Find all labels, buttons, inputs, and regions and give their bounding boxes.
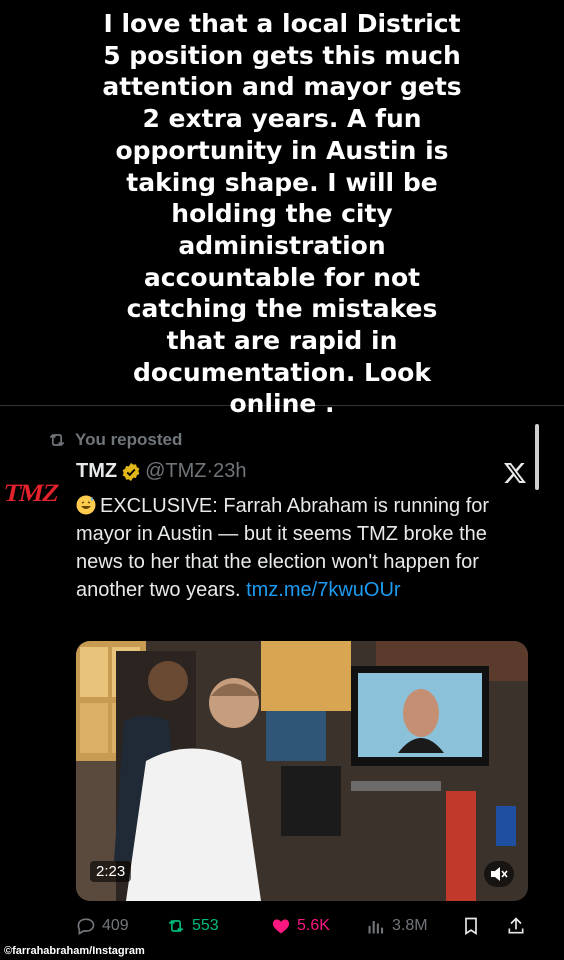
story-caption-text: I love that a local District 5 position …: [102, 9, 462, 419]
repost-indicator: You reposted: [47, 430, 182, 450]
video-player[interactable]: 2:23: [76, 641, 528, 901]
reply-count: 409: [102, 917, 129, 934]
scrollbar[interactable]: [535, 424, 539, 490]
repost-icon: [49, 433, 65, 447]
retweet-icon: [168, 919, 184, 933]
reply-icon: [77, 918, 95, 935]
mute-icon: [491, 867, 508, 881]
reply-button[interactable]: 409: [76, 912, 129, 940]
tweet-text: EXCLUSIVE: Farrah Abraham is running for…: [76, 492, 536, 604]
retweet-count: 553: [192, 917, 219, 934]
author-name[interactable]: TMZ: [76, 460, 117, 483]
bookmark-button[interactable]: [461, 912, 481, 940]
tweet-link[interactable]: tmz.me/7kwuOUr: [246, 579, 400, 601]
post-time[interactable]: 23h: [213, 460, 246, 483]
like-button[interactable]: 5.6K: [271, 912, 330, 940]
x-logo-icon: [504, 463, 526, 483]
sweat-smile-emoji-icon: [76, 495, 96, 515]
share-icon: [508, 917, 524, 934]
video-duration: 2:23: [90, 861, 132, 882]
views-icon: [368, 921, 384, 934]
video-frame: [76, 641, 528, 901]
meta-separator: ·: [206, 460, 214, 482]
views-button[interactable]: 3.8M: [366, 912, 428, 940]
avatar[interactable]: TMZ: [1, 480, 67, 508]
share-button[interactable]: [506, 912, 526, 940]
repost-label: You reposted: [75, 430, 183, 449]
author-handle[interactable]: @TMZ: [145, 460, 206, 483]
bookmark-icon: [465, 917, 477, 936]
view-count: 3.8M: [392, 917, 428, 934]
photo-credit: ©farrahabraham/Instagram: [4, 945, 145, 957]
retweet-button[interactable]: 553: [166, 912, 219, 940]
like-count: 5.6K: [297, 917, 330, 934]
action-bar: 409 553 5.6K 3.8M: [76, 912, 528, 940]
tweet-header: TMZ @TMZ · 23h: [76, 460, 247, 483]
mute-button[interactable]: [484, 861, 514, 887]
heart-icon: [272, 919, 290, 934]
verified-badge-icon: [122, 462, 140, 481]
